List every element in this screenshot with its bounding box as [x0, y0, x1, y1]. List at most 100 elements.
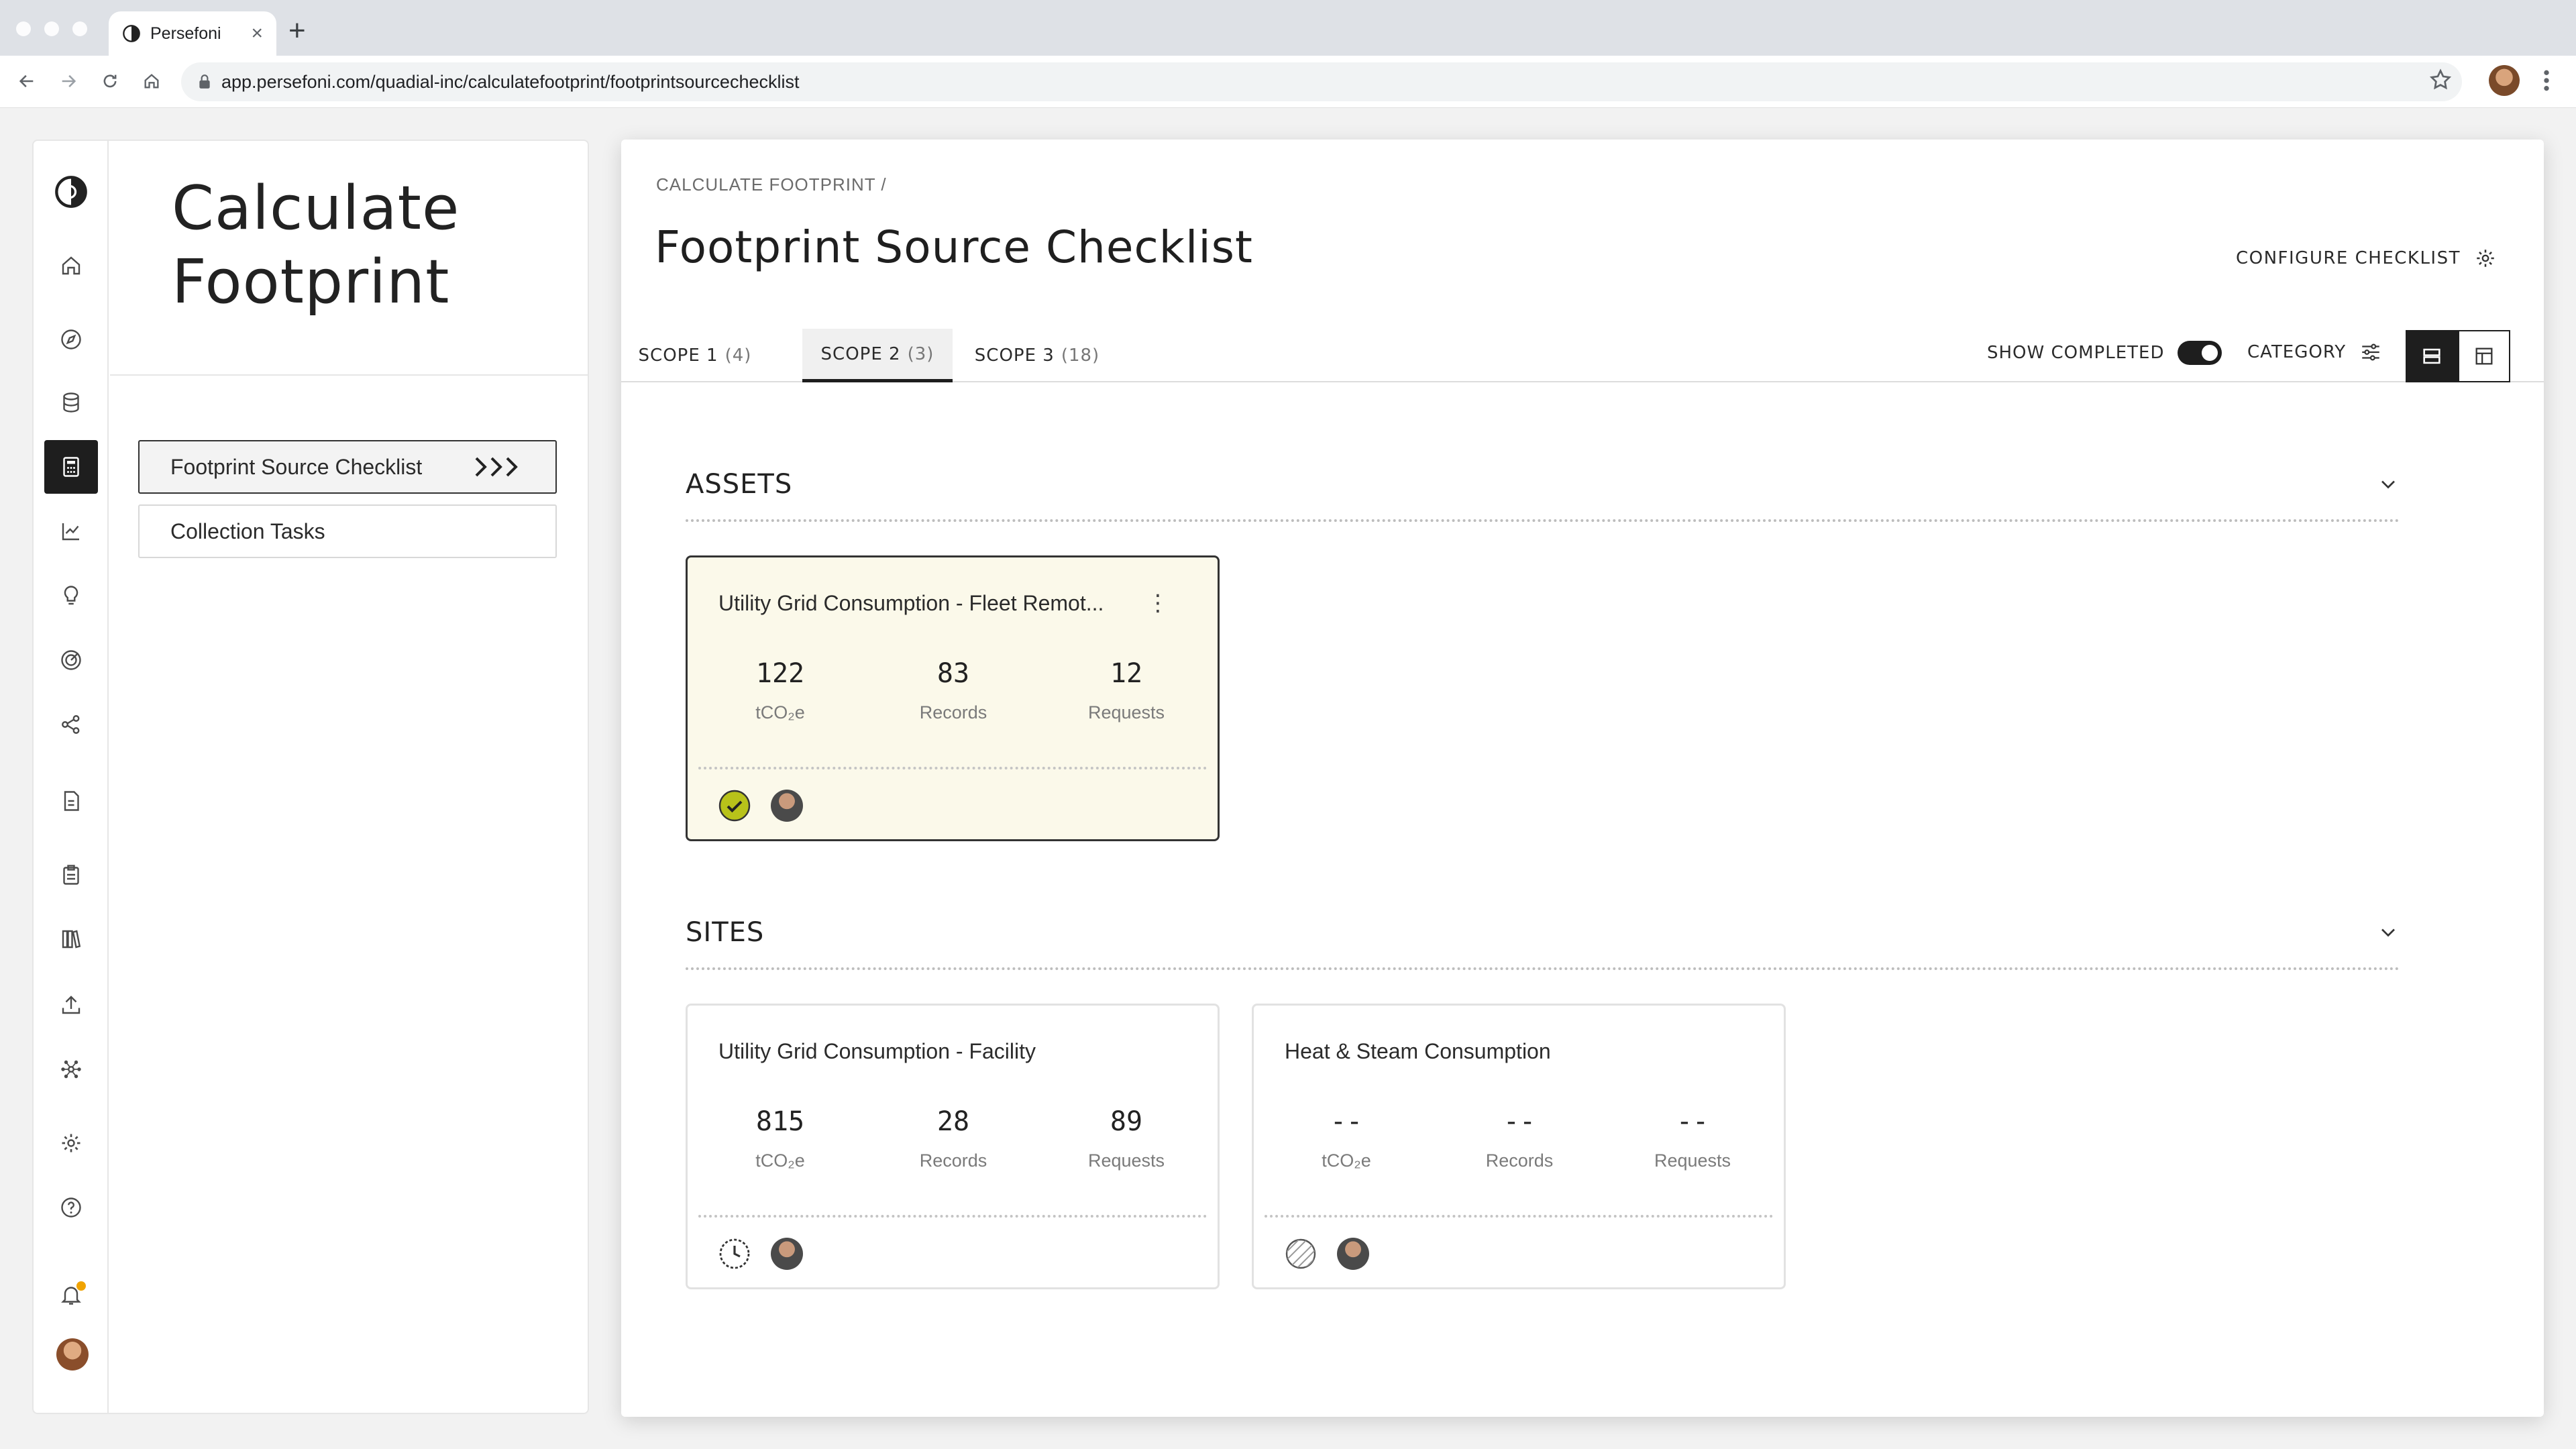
table-view-icon — [2475, 347, 2493, 365]
clipboard-icon[interactable] — [44, 848, 98, 902]
card-menu-icon[interactable]: ⋮ — [1146, 590, 1169, 616]
url-text: app.persefoni.com/quadial-inc/calculatef… — [221, 71, 800, 92]
source-card[interactable]: Utility Grid Consumption - Fleet Remot..… — [686, 555, 1220, 841]
bell-icon[interactable] — [44, 1268, 98, 1322]
upload-icon[interactable] — [44, 978, 98, 1032]
target-icon[interactable] — [44, 633, 98, 687]
home-browser-icon[interactable] — [137, 66, 166, 96]
configure-checklist-label: CONFIGURE CHECKLIST — [2235, 248, 2461, 268]
tab-label: SCOPE 1 — [638, 345, 718, 366]
tab-scope-3[interactable]: SCOPE 3 (18) — [957, 329, 1118, 382]
stat-label: Requests — [1087, 702, 1165, 722]
report-icon[interactable] — [44, 774, 98, 828]
stat-value: 89 — [1110, 1106, 1143, 1137]
table-view-button[interactable] — [2458, 330, 2510, 382]
icon-rail — [34, 141, 109, 1413]
network-icon[interactable] — [44, 1042, 98, 1096]
tab-label: SCOPE 2 — [820, 343, 901, 364]
browser-menu-icon[interactable] — [2540, 67, 2553, 94]
tab-scope-2[interactable]: SCOPE 2 (3) — [802, 329, 953, 382]
stat-value: -- — [1503, 1106, 1536, 1137]
source-card[interactable]: Heat & Steam Consumption -- tCO₂e -- Rec… — [1252, 1004, 1786, 1289]
show-completed-toggle[interactable] — [2178, 341, 2222, 365]
assignee-avatar[interactable] — [771, 790, 803, 822]
persefoni-logo-icon[interactable] — [44, 165, 98, 219]
subnav-footprint-source-checklist[interactable]: Footprint Source Checklist — [138, 440, 557, 494]
window-minimize-dot[interactable] — [44, 21, 59, 36]
source-card[interactable]: Utility Grid Consumption - Facility 815 … — [686, 1004, 1220, 1289]
stat-emissions: 122 tCO₂e — [713, 658, 847, 723]
stat-requests: 89 Requests — [1059, 1106, 1193, 1171]
browser-tab-strip: Persefoni × + — [0, 0, 2576, 56]
card-title: Utility Grid Consumption - Fleet Remot..… — [718, 591, 1104, 615]
not-started-icon — [1285, 1238, 1316, 1269]
section-title: SITES — [686, 917, 765, 948]
stat-label: tCO₂e — [755, 1150, 805, 1171]
close-tab-icon[interactable]: × — [251, 22, 263, 45]
subnav-collection-tasks[interactable]: Collection Tasks — [138, 504, 557, 558]
section-sites-header[interactable]: SITES — [686, 912, 2400, 953]
subnav-label: Collection Tasks — [170, 519, 325, 543]
share-icon[interactable] — [44, 698, 98, 751]
breadcrumb[interactable]: CALCULATE FOOTPRINT / — [656, 174, 887, 195]
stat-label: Requests — [1087, 1150, 1165, 1171]
view-toggle — [2406, 330, 2510, 382]
section-title: ASSETS — [686, 469, 793, 500]
stat-emissions: 815 tCO₂e — [713, 1106, 847, 1171]
window-maximize-dot[interactable] — [72, 21, 87, 36]
category-filter-button[interactable]: CATEGORY — [2247, 341, 2382, 364]
home-icon[interactable] — [44, 239, 98, 292]
stat-records: 83 Records — [886, 658, 1020, 723]
back-icon[interactable] — [12, 66, 42, 96]
address-bar[interactable]: app.persefoni.com/quadial-inc/calculatef… — [181, 62, 2462, 101]
assignee-avatar[interactable] — [771, 1238, 803, 1270]
page-title-line1: Calculate — [172, 173, 460, 244]
stat-label: Requests — [1654, 1150, 1731, 1171]
stat-label: tCO₂e — [1322, 1150, 1371, 1171]
new-tab-button[interactable]: + — [288, 16, 306, 46]
list-view-icon — [2423, 348, 2440, 364]
section-divider — [686, 519, 2400, 522]
browser-tab[interactable]: Persefoni × — [109, 11, 276, 56]
clock-icon — [719, 1238, 750, 1269]
card-divider — [698, 767, 1207, 769]
stat-records: -- Records — [1452, 1106, 1587, 1171]
settings-icon[interactable] — [44, 1116, 98, 1170]
card-divider — [698, 1215, 1207, 1218]
stat-value: 122 — [755, 658, 805, 689]
stat-value: 28 — [936, 1106, 970, 1137]
browser-profile-avatar[interactable] — [2489, 65, 2520, 96]
help-icon[interactable] — [44, 1181, 98, 1234]
triple-chevron-right-icon — [475, 457, 518, 477]
stat-value: -- — [1330, 1106, 1363, 1137]
show-completed-control: SHOW COMPLETED — [1987, 341, 2222, 365]
chevron-down-icon[interactable] — [2376, 472, 2400, 496]
browser-toolbar: app.persefoni.com/quadial-inc/calculatef… — [0, 56, 2576, 108]
database-icon[interactable] — [44, 376, 98, 429]
stat-label: Records — [1485, 1150, 1554, 1171]
user-avatar[interactable] — [56, 1338, 89, 1371]
card-divider — [1265, 1215, 1773, 1218]
calculator-icon[interactable] — [44, 440, 98, 494]
gear-icon — [2477, 250, 2494, 267]
reload-icon[interactable] — [95, 66, 125, 96]
list-view-button[interactable] — [2406, 330, 2458, 382]
configure-checklist-button[interactable]: CONFIGURE CHECKLIST — [2236, 247, 2497, 270]
library-icon[interactable] — [44, 912, 98, 966]
page-title-line2: Footprint — [172, 247, 450, 317]
tab-label: SCOPE 3 — [974, 345, 1055, 366]
tab-scope-1[interactable]: SCOPE 1 (4) — [621, 329, 769, 382]
chart-icon[interactable] — [44, 504, 98, 558]
tab-count: (18) — [1061, 345, 1100, 366]
bookmark-star-icon[interactable] — [2428, 68, 2453, 92]
forward-icon[interactable] — [54, 66, 83, 96]
compass-icon[interactable] — [44, 313, 98, 366]
assignee-avatar[interactable] — [1337, 1238, 1369, 1270]
chevron-down-icon[interactable] — [2376, 920, 2400, 945]
window-close-dot[interactable] — [16, 21, 31, 36]
stat-label: Records — [919, 1150, 987, 1171]
stat-value: -- — [1676, 1106, 1709, 1137]
section-assets-header[interactable]: ASSETS — [686, 464, 2400, 504]
page-header: Calculate Footprint — [110, 141, 589, 376]
lightbulb-icon[interactable] — [44, 569, 98, 623]
